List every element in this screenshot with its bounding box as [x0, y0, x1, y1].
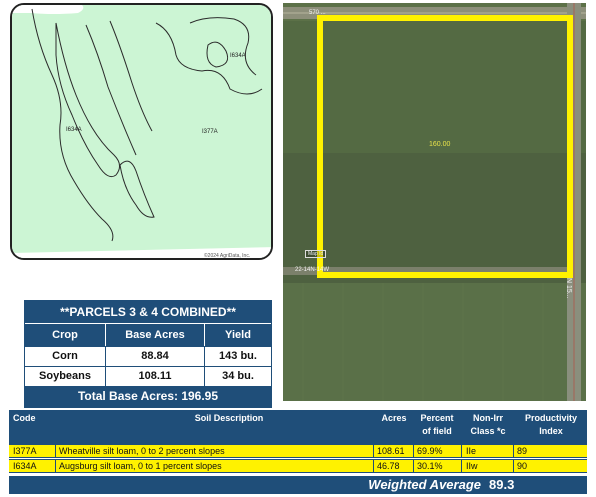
header-soil-description: Soil Description [194, 413, 264, 423]
header-pi-2: Index [539, 426, 563, 436]
map-copyright: ©2024 AgriData, Inc. [204, 253, 251, 259]
header-pi-1: Productivity [524, 413, 577, 423]
soil-pi-cell: 90 [517, 461, 528, 471]
soil-acres-cell: 108.61 [377, 446, 405, 456]
base-acres-cell: 108.11 [106, 367, 205, 386]
parcels-title: **PARCELS 3 & 4 COMBINED** [25, 301, 271, 323]
soil-code-cell: I634A [13, 461, 37, 471]
table-row: Soybeans 108.11 34 bu. [25, 366, 271, 386]
road-label-left: 22-14N-14W [295, 267, 330, 273]
soil-acres-cell: 46.78 [377, 461, 400, 471]
soil-percent-cell: 69.9% [417, 446, 443, 456]
header-crop: Crop [25, 324, 106, 346]
base-acres-cell: 88.84 [106, 347, 205, 366]
table-row: Corn 88.84 143 bu. [25, 346, 271, 366]
weighted-average-label: Weighted Average [368, 477, 481, 492]
road-label-right: N 15... [565, 278, 572, 299]
soil-description-cell: Wheatville silt loam, 0 to 2 percent slo… [59, 446, 225, 456]
header-acres: Acres [381, 413, 407, 423]
header-yield: Yield [225, 329, 251, 341]
soil-label-i377a: I377A [202, 129, 218, 135]
parcel-acre-label: 160.00 [429, 141, 451, 148]
road-label-top: 570 ... [309, 10, 326, 16]
header-base-acres: Base Acres [106, 324, 205, 346]
soil-pi-cell: 89 [517, 446, 528, 456]
header-class-2: Class *c [470, 426, 506, 436]
parcels-header-row: Crop Base Acres Yield [25, 323, 271, 346]
total-base-acres: Total Base Acres: 196.95 [25, 386, 271, 407]
soil-description-cell: Augsburg silt loam, 0 to 1 percent slope… [59, 461, 222, 471]
header-percent-1: Percent [420, 413, 454, 423]
soil-map-graphic [12, 5, 271, 258]
header-code: Code [13, 413, 36, 423]
soil-table-header: Code Soil Description Acres Percent of f… [9, 410, 587, 444]
map-id-box: Map Id [305, 250, 327, 258]
weighted-average-row: Weighted Average 89.3 [9, 476, 587, 494]
soil-percent-cell: 30.1% [417, 461, 443, 471]
weighted-average-value: 89.3 [489, 477, 515, 492]
soil-code-cell: I377A [13, 446, 37, 456]
soil-label-i634a-top: I634A [230, 53, 246, 59]
soil-class-cell: IIw [466, 461, 478, 471]
yield-cell: 143 bu. [219, 350, 257, 362]
soil-map: I634A I634A I377A ©2024 AgriData, Inc. [10, 3, 273, 260]
parcels-table: **PARCELS 3 & 4 COMBINED** Crop Base Acr… [24, 300, 272, 408]
soil-table: Code Soil Description Acres Percent of f… [9, 410, 587, 494]
table-row: I634A Augsburg silt loam, 0 to 1 percent… [9, 459, 587, 473]
yield-cell: 34 bu. [222, 370, 254, 382]
aerial-graphic [283, 3, 586, 401]
table-row: I377A Wheatville silt loam, 0 to 2 perce… [9, 444, 587, 458]
header-percent-2: of field [422, 426, 452, 436]
aerial-photo: 160.00 570 ... 22-14N-14W N 15... Map Id [283, 3, 586, 401]
soil-label-i634a-left: I634A [66, 127, 82, 133]
crop-cell: Corn [25, 347, 106, 366]
soil-class-cell: IIe [466, 446, 477, 456]
header-class-1: Non-Irr [473, 413, 503, 423]
crop-cell: Soybeans [25, 367, 106, 386]
